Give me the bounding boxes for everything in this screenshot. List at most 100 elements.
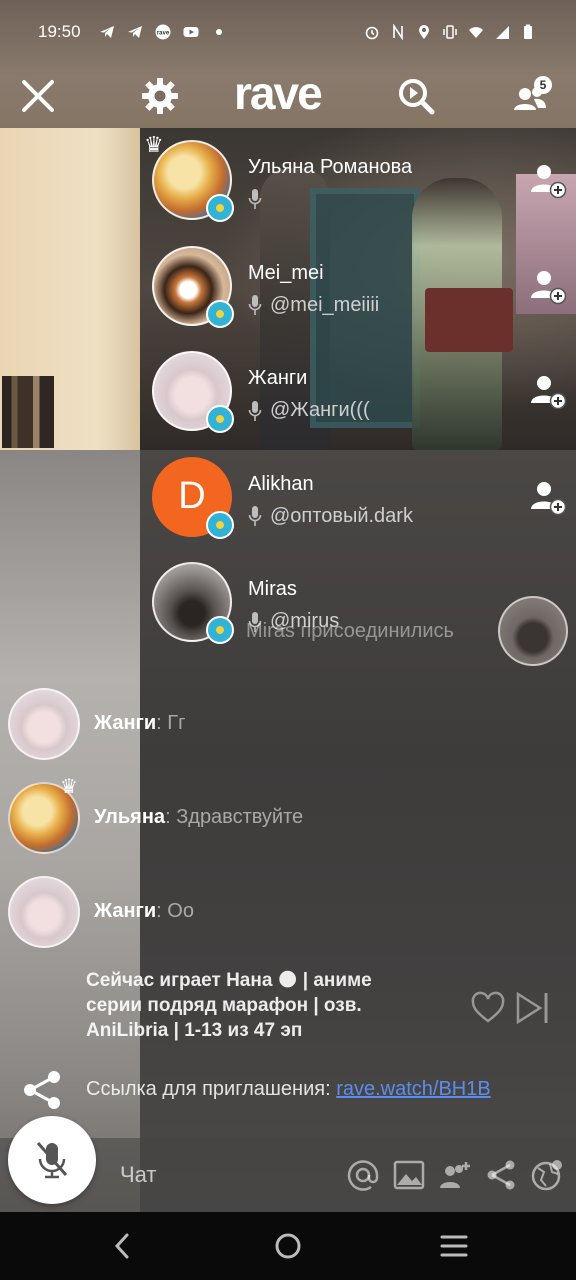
close-button[interactable] <box>14 72 62 120</box>
participants-button[interactable]: 5 <box>506 72 554 120</box>
svg-text:rave: rave <box>156 31 169 37</box>
add-friend-button[interactable] <box>526 264 570 308</box>
nav-recents-button[interactable] <box>434 1228 474 1264</box>
gear-icon <box>142 78 178 114</box>
video-left-panel <box>0 128 140 450</box>
participants-list: ♛ Ульяна Романова Mei_mei @mei_meiiii Жа… <box>140 128 576 656</box>
chat-message: ♛ Ульяна: Здравствуйте <box>8 776 568 854</box>
chat-separator: : <box>156 712 168 734</box>
settings-button[interactable] <box>136 72 184 120</box>
invite-link[interactable]: rave.watch/BH1B <box>336 1078 491 1100</box>
add-user-icon <box>531 270 567 304</box>
chat-author: Жанги <box>94 900 157 922</box>
participant-handle: @оптовый.dark <box>248 505 413 528</box>
nav-back-button[interactable] <box>102 1228 142 1264</box>
invite-label: Ссылка для приглашения: <box>86 1078 337 1100</box>
add-user-icon <box>531 165 567 199</box>
mention-button[interactable] <box>346 1158 380 1192</box>
chat-text: Ульяна: Здравствуйте <box>94 806 303 829</box>
mic-toggle-button[interactable] <box>8 1116 96 1204</box>
chat-text: Жанги: Гг <box>94 712 185 735</box>
chat-body: Оо <box>167 900 194 922</box>
kazakhstan-flag-icon <box>206 194 234 222</box>
youtube-icon <box>183 27 199 37</box>
add-friend-button[interactable] <box>526 158 570 202</box>
participant-row[interactable]: Жанги @Жанги((( <box>140 339 576 445</box>
chat-text: Жанги: Оо <box>94 900 194 923</box>
at-sign-icon <box>347 1160 379 1191</box>
participant-row[interactable]: D Alikhan @оптовый.dark <box>140 445 576 551</box>
invite-friends-button[interactable] <box>438 1158 472 1192</box>
participant-handle-text: @Жанги((( <box>270 399 370 421</box>
participant-row[interactable]: ♛ Ульяна Романова <box>140 128 576 234</box>
chat-separator: : <box>165 806 177 828</box>
search-video-button[interactable] <box>392 72 440 120</box>
joined-user-avatar <box>498 596 568 666</box>
add-user-icon <box>531 481 567 515</box>
nav-home-button[interactable] <box>268 1228 308 1264</box>
system-nav-bar <box>0 1212 576 1280</box>
mic-icon <box>248 189 262 209</box>
chat-author: Жанги <box>94 712 157 734</box>
menu-lines-icon <box>440 1235 468 1257</box>
telegram-icon <box>127 26 142 38</box>
battery-icon <box>524 24 532 39</box>
search-play-icon <box>399 79 435 115</box>
kazakhstan-flag-icon <box>206 299 234 328</box>
kazakhstan-flag-icon <box>206 616 234 644</box>
invite-text: Ссылка для приглашения: rave.watch/BH1B <box>86 1078 491 1101</box>
participant-handle: @Жанги((( <box>248 399 370 422</box>
back-chevron-icon <box>114 1233 129 1259</box>
avatar[interactable] <box>8 688 80 760</box>
rave-logo: rave <box>234 67 323 119</box>
participant-row[interactable]: Mei_mei @mei_meiiii <box>140 234 576 340</box>
participant-handle <box>248 188 270 210</box>
globe-icon <box>531 1160 562 1191</box>
add-friend-button[interactable] <box>526 475 570 519</box>
dot-icon <box>215 29 222 35</box>
crown-icon: ♛ <box>144 132 164 157</box>
close-icon <box>22 80 54 112</box>
participant-name: Mei_mei <box>248 261 324 284</box>
vibrate-icon <box>443 25 457 39</box>
chat-body: Здравствуйте <box>176 806 304 828</box>
share-icon <box>24 1071 60 1109</box>
rave-icon: rave <box>155 24 171 40</box>
heart-icon <box>471 991 505 1023</box>
share-icon <box>487 1160 515 1190</box>
add-friend-button[interactable] <box>526 369 570 413</box>
participant-name: Ульяна Романова <box>248 156 413 178</box>
telegram-icon <box>99 26 114 38</box>
add-user-icon <box>531 376 567 410</box>
invite-row: Ссылка для приглашения: rave.watch/BH1B <box>20 1066 560 1112</box>
alarm-icon <box>365 26 379 40</box>
chat-message: Жанги: Гг <box>8 688 568 760</box>
share-room-button[interactable] <box>484 1158 518 1192</box>
now-playing-text: Сейчас играет Нана 🌑 | аниме серии подря… <box>86 970 372 1041</box>
location-icon <box>419 25 429 39</box>
wifi-icon <box>469 27 483 38</box>
status-time: 19:50 <box>38 22 81 41</box>
like-button[interactable] <box>470 990 506 1026</box>
kazakhstan-flag-icon <box>206 405 234 433</box>
status-bar: 19:50 rave <box>0 0 576 64</box>
image-icon <box>393 1160 425 1190</box>
participant-handle: @mei_meiiii <box>248 294 379 317</box>
avatar[interactable] <box>8 876 80 948</box>
skip-next-icon <box>516 991 548 1025</box>
participant-name: Miras <box>248 578 297 600</box>
chat-separator: : <box>156 900 168 922</box>
kazakhstan-flag-icon <box>206 510 234 539</box>
share-button[interactable] <box>20 1068 64 1112</box>
header: rave 5 <box>0 64 576 128</box>
chat-input[interactable]: Чат <box>120 1162 157 1188</box>
image-button[interactable] <box>392 1158 426 1192</box>
skip-next-button[interactable] <box>514 990 552 1026</box>
mic-off-icon <box>36 1142 68 1179</box>
mic-icon <box>248 506 262 526</box>
globe-settings-button[interactable] <box>530 1158 564 1192</box>
mic-icon <box>248 400 262 421</box>
participant-name: Жанги <box>248 367 308 389</box>
crown-icon: ♛ <box>60 776 78 798</box>
nfc-icon <box>393 24 403 40</box>
